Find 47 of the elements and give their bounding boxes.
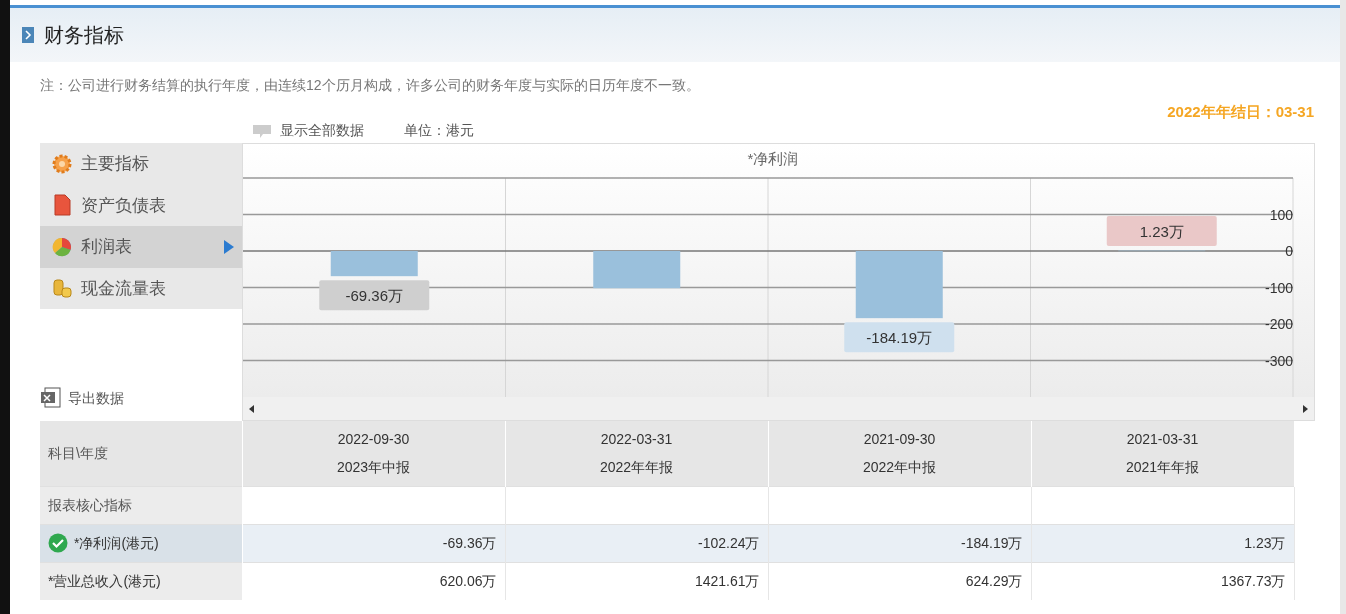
unit-label: 单位：港元 xyxy=(404,121,474,140)
comment-icon xyxy=(252,122,272,139)
column-header: 2022-03-31 2022年年报 xyxy=(505,421,768,486)
value-label: 1.23万 xyxy=(1106,216,1217,246)
value-label: -69.36万 xyxy=(319,280,430,311)
sidebar-item[interactable]: 利润表 xyxy=(40,226,242,268)
sidebar-item[interactable]: 主要指标 xyxy=(40,143,242,185)
export-data-link[interactable]: 导出数据 xyxy=(68,387,124,409)
column-header: 2022-09-30 2023年中报 xyxy=(242,421,505,486)
row-label[interactable]: *净利润(港元) xyxy=(40,524,242,562)
table-cell: -102.24万 xyxy=(505,524,768,562)
value-label: -184.19万 xyxy=(844,322,955,353)
table-cell: -69.36万 xyxy=(242,524,505,562)
axis-tick-label: -300 xyxy=(1264,352,1293,369)
coins-icon xyxy=(51,277,73,300)
table-cell: 1421.61万 xyxy=(505,562,768,600)
pie-chart-icon xyxy=(51,235,73,258)
table-cell: 1.23万 xyxy=(1031,524,1294,562)
table-cell: 624.29万 xyxy=(768,562,1031,600)
column-header: 科目\年度 xyxy=(40,421,242,486)
table-cell: -184.19万 xyxy=(768,524,1031,562)
table-cell: 1367.73万 xyxy=(1031,562,1294,600)
spreadsheet-icon xyxy=(40,387,64,409)
chevron-icon xyxy=(22,27,34,43)
table-cell: 620.06万 xyxy=(242,562,505,600)
axis-tick-label: -100 xyxy=(1264,279,1293,296)
column-header: 2021-09-30 2022年中报 xyxy=(768,421,1031,486)
column-header: 2021-03-31 2021年年报 xyxy=(1031,421,1294,486)
gear-icon xyxy=(51,152,73,175)
fiscal-year-end: 2022年年结日：03-31 xyxy=(1167,101,1314,122)
section-title: 财务指标 xyxy=(44,23,124,48)
note-text: 注：公司进行财务结算的执行年度，由连续12个历月构成，许多公司的财务年度与实际的日历年度不一致。 xyxy=(39,76,701,95)
sidebar-item[interactable]: 资产负债表 xyxy=(40,184,242,226)
scroll-left-icon[interactable] xyxy=(249,404,255,413)
axis-tick-label: 100 xyxy=(1269,206,1293,223)
section-label[interactable]: 报表核心指标 xyxy=(40,486,242,524)
sidebar-item[interactable]: 现金流量表 xyxy=(40,267,242,309)
show-all-data-link[interactable]: 显示全部数据 xyxy=(280,120,364,141)
scroll-right-icon[interactable] xyxy=(1302,404,1308,413)
axis-tick-label: 0 xyxy=(1285,243,1293,259)
axis-tick-label: -200 xyxy=(1264,316,1293,332)
row-label[interactable]: *营业总收入(港元) xyxy=(40,562,242,600)
check-icon xyxy=(48,533,68,553)
caret-icon xyxy=(224,239,234,254)
chart-title: *净利润 xyxy=(747,150,799,167)
horizontal-scrollbar[interactable] xyxy=(243,397,1314,420)
document-icon xyxy=(51,194,73,217)
